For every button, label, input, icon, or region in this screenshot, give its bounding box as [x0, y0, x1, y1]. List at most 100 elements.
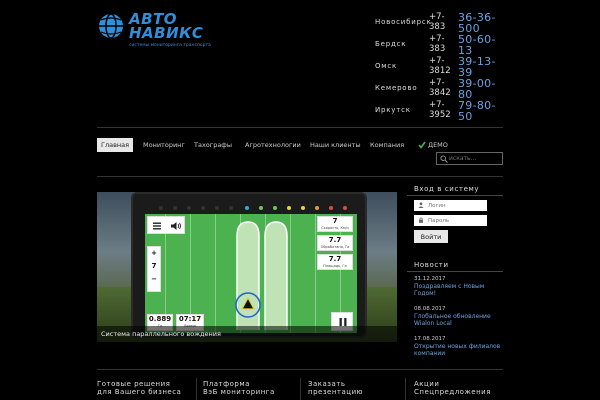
phone-code: +7-383 [429, 12, 446, 32]
led-icon [259, 206, 263, 210]
login-input[interactable] [414, 200, 487, 211]
lane-line [315, 214, 316, 333]
phone-city: Бердск [375, 40, 407, 48]
led-icon [229, 206, 233, 210]
zoom-level: 7 [151, 262, 157, 270]
search-icon [440, 155, 448, 163]
led-icon [173, 206, 177, 210]
phone-city: Новосибирск [375, 18, 432, 26]
footer-link-promotions[interactable]: Акции Спецпредложения [414, 380, 491, 396]
footer-link-line: для Вашего бизнеса [97, 388, 182, 396]
phone-code: +7-3812 [429, 56, 451, 76]
phone-code: +7-383 [429, 34, 446, 54]
field-area-value: 7.7 [328, 255, 342, 263]
login-button[interactable]: Войти [414, 230, 448, 243]
phone-city: Кемерово [375, 84, 418, 92]
footer-link-line: презентацию [308, 388, 364, 396]
nav-item-tachographs[interactable]: Тахографы [194, 138, 232, 152]
divider [407, 195, 503, 196]
status-leds [145, 204, 357, 212]
logo-tagline: системы мониторинга транспорта [129, 43, 211, 48]
phone-code: +7-3842 [429, 78, 451, 98]
footer-link-line: Акции [414, 380, 440, 388]
area-tile: 7.7 Обработано, Га [317, 235, 353, 251]
tablet-device: 7 Скорость, Км/ч 7.7 Обработано, Га 7.7 … [131, 192, 367, 338]
zoom-out-button[interactable]: − [148, 275, 160, 284]
guidance-screen: 7 Скорость, Км/ч 7.7 Обработано, Га 7.7 … [145, 214, 357, 333]
nav-item-agro[interactable]: Агротехнологии [245, 138, 301, 152]
footer-link-platform[interactable]: Платформа ВэБ мониторинга [203, 380, 275, 396]
nav-item-clients[interactable]: Наши клиенты [310, 138, 361, 152]
led-icon [159, 206, 163, 210]
news-date: 17.08.2017 [414, 336, 446, 342]
nav-item-home[interactable]: Главная [97, 138, 134, 152]
footer-link-line: Спецпредложения [414, 388, 491, 396]
led-icon [315, 206, 319, 210]
phone-number[interactable]: 39-00-80 [458, 78, 498, 100]
news-item: 17.08.2017 Открытие новых филиалов компа… [414, 336, 506, 357]
banner-caption: Система параллельного вождения [97, 326, 397, 342]
stat-area-value: 0.889 [148, 315, 172, 323]
nav-item-demo[interactable]: ДЕМО [428, 138, 448, 152]
tractor-position-icon [235, 292, 261, 318]
phone-city: Иркутск [375, 106, 411, 114]
check-icon [418, 141, 426, 149]
led-icon [187, 206, 191, 210]
divider [97, 176, 503, 177]
led-icon [301, 206, 305, 210]
news-link[interactable]: Глобальное обновление Wialon Local [414, 313, 506, 327]
area-label: Обработано, Га [320, 245, 350, 249]
speaker-icon[interactable] [170, 220, 182, 232]
logo[interactable]: АВТО НАВИКС системы мониторинга транспор… [97, 12, 217, 52]
area-value: 7.7 [328, 236, 342, 244]
phone-code: +7-3952 [429, 100, 451, 120]
news-date: 08.08.2017 [414, 306, 446, 312]
news-link[interactable]: Поздравляем с Новым Годом! [414, 283, 506, 297]
led-icon [245, 206, 249, 210]
zoom-panel: + 7 − [147, 246, 161, 292]
led-icon [273, 206, 277, 210]
footer-link-presentation[interactable]: Заказать презентацию [308, 380, 363, 396]
divider [97, 127, 503, 128]
speed-label: Скорость, Км/ч [321, 226, 349, 230]
field-area-tile: 7.7 Площадь, Га [317, 254, 353, 270]
menu-sound-panel [147, 216, 185, 234]
footer-link-solutions[interactable]: Готовые решения для Вашего бизнеса [97, 380, 181, 396]
column-divider [405, 378, 406, 400]
news-item: 31.12.2017 Поздравляем с Новым Годом! [414, 276, 506, 297]
field-area-label: Площадь, Га [323, 264, 347, 268]
speed-tile: 7 Скорость, Км/ч [317, 216, 353, 232]
phone-row: Иркутск +7-3952 79-80-50 [375, 100, 600, 126]
speed-value: 7 [332, 217, 338, 225]
banner-slider[interactable]: 7 Скорость, Км/ч 7.7 Обработано, Га 7.7 … [97, 192, 397, 342]
phone-number[interactable]: 50-60-13 [458, 34, 498, 56]
logo-globe-icon [99, 13, 123, 39]
news-link[interactable]: Открытие новых филиалов компании [414, 343, 506, 357]
menu-icon[interactable] [151, 220, 163, 232]
news-title: Новости [414, 261, 449, 269]
lane-line [215, 214, 216, 333]
news-item: 08.08.2017 Глобальное обновление Wialon … [414, 306, 506, 327]
stat-time-value: 07:17 [178, 315, 202, 323]
led-icon [287, 206, 291, 210]
nav-item-monitoring[interactable]: Мониторинг [143, 138, 185, 152]
password-input[interactable] [414, 215, 487, 226]
phone-number[interactable]: 79-80-50 [458, 100, 498, 122]
footer-link-line: Готовые решения [97, 380, 171, 388]
login-title: Вход в систему [414, 185, 480, 193]
column-divider [196, 378, 197, 400]
divider [97, 369, 503, 370]
lock-icon [419, 217, 423, 223]
zoom-in-button[interactable]: + [148, 249, 160, 258]
led-icon [329, 206, 333, 210]
logo-text-line2: НАВИКС [129, 24, 204, 42]
nav-item-company[interactable]: Компания [370, 138, 404, 152]
footer-link-line: Платформа [203, 380, 250, 388]
phone-number[interactable]: 39-13-39 [458, 56, 498, 78]
news-date: 31.12.2017 [414, 276, 446, 282]
phone-number[interactable]: 36-36-500 [458, 12, 498, 34]
led-icon [201, 206, 205, 210]
column-divider [300, 378, 301, 400]
led-icon [343, 206, 347, 210]
divider [407, 271, 503, 272]
